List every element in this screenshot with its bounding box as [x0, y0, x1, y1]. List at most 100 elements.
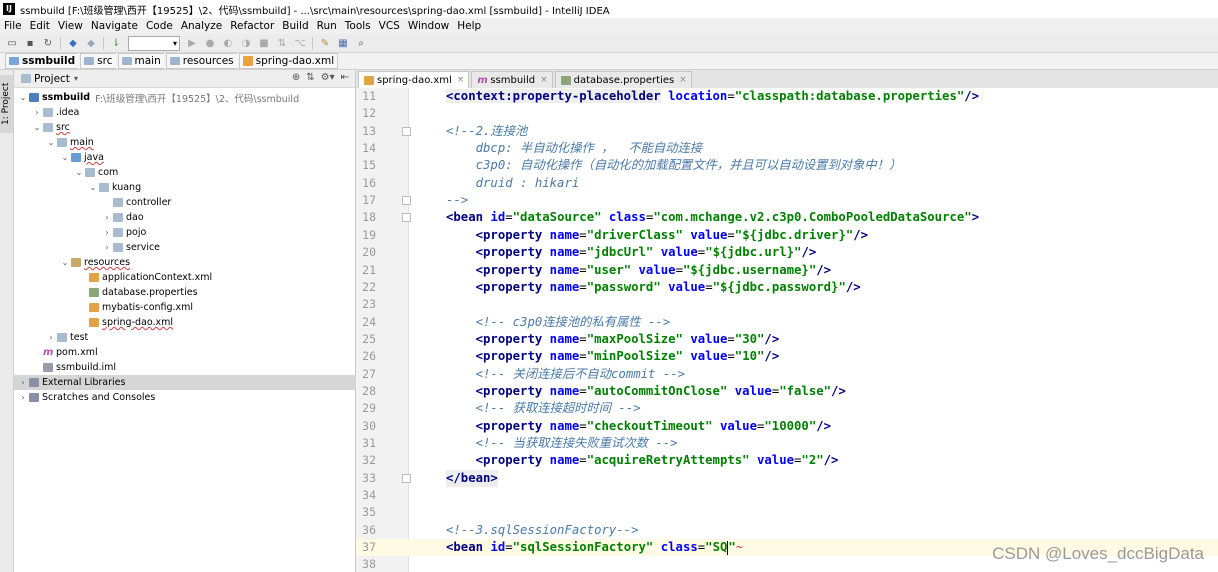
chevron-down-icon[interactable]: ⌄ — [88, 183, 98, 192]
chevron-down-icon[interactable]: ⌄ — [60, 153, 70, 162]
breadcrumb-ssmbuild[interactable]: ssmbuild — [5, 53, 79, 69]
back-arrow-icon[interactable]: ◆ — [66, 36, 80, 50]
tree-item-com[interactable]: ⌄ com — [14, 165, 415, 180]
code-line[interactable]: 17 --> — [356, 192, 1218, 209]
code-line[interactable]: 28 <property name="autoCommitOnClose" va… — [356, 383, 1218, 400]
code-line[interactable]: 16 druid : hikari — [356, 175, 1218, 192]
code-line[interactable]: 27 <!-- 关闭连接后不自动commit --> — [356, 366, 1218, 383]
code-line[interactable]: 18 <bean id="dataSource" class="com.mchan… — [356, 209, 1218, 226]
tree-item-ssmbuild[interactable]: ⌄ ssmbuild F:\班级管理\西开【19525】\2、代码\ssmbuild — [14, 90, 359, 105]
fold-icon[interactable] — [402, 126, 411, 136]
code-line[interactable]: 33 </bean> — [356, 469, 1218, 488]
menu-window[interactable]: Window — [404, 20, 453, 32]
menu-view[interactable]: View — [54, 20, 87, 32]
menu-build[interactable]: Build — [278, 20, 312, 32]
tree-item-external-libraries[interactable]: › External Libraries — [14, 375, 359, 390]
close-icon[interactable]: × — [540, 75, 548, 85]
code-line[interactable]: 21 <property name="user" value="${jdbc.u… — [356, 262, 1218, 279]
fold-icon[interactable] — [402, 196, 411, 206]
chevron-right-icon[interactable]: › — [102, 213, 112, 222]
gear-icon[interactable]: ⚙▾ — [321, 72, 335, 83]
menu-code[interactable]: Code — [142, 20, 177, 32]
code-line[interactable]: 35 — [356, 504, 1218, 521]
menu-help[interactable]: Help — [453, 20, 485, 32]
code-line[interactable]: 26 <property name="minPoolSize" value="1… — [356, 348, 1218, 365]
tree-item-test[interactable]: › test — [14, 330, 387, 345]
chevron-down-icon[interactable]: ⌄ — [46, 138, 56, 147]
profile-icon[interactable]: ◑ — [239, 36, 253, 50]
code-line[interactable]: 23 — [356, 296, 1218, 313]
code-line[interactable]: 36 <!--3.sqlSessionFactory--> — [356, 522, 1218, 539]
breadcrumb-spring-dao[interactable]: spring-dao.xml — [238, 53, 339, 69]
code-line[interactable]: 30 <property name="checkoutTimeout" valu… — [356, 418, 1218, 435]
chevron-down-icon[interactable]: ⌄ — [60, 258, 70, 267]
tree-item-pom[interactable]: m pom.xml — [14, 345, 383, 360]
code-line[interactable]: 25 <property name="maxPoolSize" value="3… — [356, 331, 1218, 348]
sync-icon[interactable]: ↻ — [41, 36, 55, 50]
menu-run[interactable]: Run — [313, 20, 341, 32]
run-configuration-select[interactable]: ▾ — [128, 35, 180, 51]
code-line[interactable]: 31 <!-- 当获取连接失败重试次数 --> — [356, 435, 1218, 452]
chevron-right-icon[interactable]: › — [18, 378, 28, 387]
hide-panel-icon[interactable]: ⇤ — [341, 72, 349, 83]
code-line[interactable]: 11 <context:property-placeholder location… — [356, 88, 1218, 105]
build-hammer-icon[interactable]: ⇂ — [109, 36, 123, 50]
menu-navigate[interactable]: Navigate — [87, 20, 142, 32]
search-icon[interactable]: ⌕ — [354, 36, 368, 50]
chevron-right-icon[interactable]: › — [102, 243, 112, 252]
menu-file[interactable]: File — [0, 20, 26, 32]
chevron-right-icon[interactable]: › — [46, 333, 56, 342]
debug-icon[interactable]: ● — [203, 36, 217, 50]
breadcrumb-main[interactable]: main — [117, 53, 164, 69]
settings-wrench-icon[interactable]: ✎ — [318, 36, 332, 50]
locate-target-icon[interactable]: ⊕ — [292, 72, 300, 83]
tree-item-scratches[interactable]: › Scratches and Consoles — [14, 390, 359, 405]
save-icon[interactable]: ▪ — [23, 36, 37, 50]
project-structure-icon[interactable]: ▦ — [336, 36, 350, 50]
code-line[interactable]: 32 <property name="acquireRetryAttempts"… — [356, 452, 1218, 469]
tree-item-idea[interactable]: › .idea — [14, 105, 373, 120]
project-panel-title[interactable]: Project — [34, 73, 70, 85]
project-tool-tab[interactable]: 1: Project — [0, 75, 13, 133]
code-line[interactable]: 29 <!-- 获取连接超时时间 --> — [356, 400, 1218, 417]
chevron-down-icon[interactable]: ⌄ — [32, 123, 42, 132]
menu-vcs[interactable]: VCS — [375, 20, 404, 32]
breadcrumb-resources[interactable]: resources — [165, 53, 237, 69]
chevron-down-icon[interactable]: ⌄ — [74, 168, 84, 177]
stop-icon[interactable]: ■ — [257, 36, 271, 50]
collapse-all-icon[interactable]: ⇅ — [306, 72, 314, 83]
code-line[interactable]: 13 <!--2.连接池 — [356, 123, 1218, 140]
close-icon[interactable]: × — [457, 75, 465, 85]
run-icon[interactable]: ▶ — [185, 36, 199, 50]
menu-refactor[interactable]: Refactor — [226, 20, 278, 32]
tab-ssmbuild[interactable]: m ssmbuild × — [471, 71, 553, 88]
coverage-icon[interactable]: ◐ — [221, 36, 235, 50]
tree-item-resources[interactable]: ⌄ resources — [14, 255, 401, 270]
tab-database-properties[interactable]: database.properties × — [554, 71, 692, 88]
tree-item-java[interactable]: ⌄ java — [14, 150, 401, 165]
tab-spring-dao[interactable]: spring-dao.xml × — [358, 71, 470, 88]
code-line[interactable]: 14 dbcp: 半自动化操作 ， 不能自动连接 — [356, 140, 1218, 157]
fold-icon[interactable] — [402, 213, 411, 223]
vcs-icon[interactable]: ⌥ — [293, 36, 307, 50]
chevron-right-icon[interactable]: › — [102, 228, 112, 237]
code-line[interactable]: 22 <property name="password" value="${jd… — [356, 279, 1218, 296]
code-line[interactable]: 19 <property name="driverClass" value="$… — [356, 227, 1218, 244]
update-icon[interactable]: ⇅ — [275, 36, 289, 50]
chevron-right-icon[interactable]: › — [18, 393, 28, 402]
fold-icon[interactable] — [402, 473, 411, 483]
chevron-down-icon[interactable]: ▾ — [74, 74, 78, 83]
tree-item-src[interactable]: ⌄ src — [14, 120, 373, 135]
code-editor[interactable]: 11 <context:property-placeholder location… — [356, 88, 1218, 572]
menu-edit[interactable]: Edit — [26, 20, 54, 32]
menu-analyze[interactable]: Analyze — [177, 20, 226, 32]
chevron-down-icon[interactable]: ⌄ — [18, 93, 28, 102]
tree-item-iml[interactable]: ssmbuild.iml — [14, 360, 383, 375]
code-line[interactable]: 15 c3p0: 自动化操作（自动化的加载配置文件，并且可以自动设置到对象中！） — [356, 157, 1218, 174]
open-folder-icon[interactable]: ▭ — [5, 36, 19, 50]
tree-item-main[interactable]: ⌄ main — [14, 135, 387, 150]
code-line[interactable]: 34 — [356, 487, 1218, 504]
chevron-right-icon[interactable]: › — [32, 108, 42, 117]
code-line[interactable]: 24 <!-- c3p0连接池的私有属性 --> — [356, 314, 1218, 331]
menu-tools[interactable]: Tools — [341, 20, 375, 32]
